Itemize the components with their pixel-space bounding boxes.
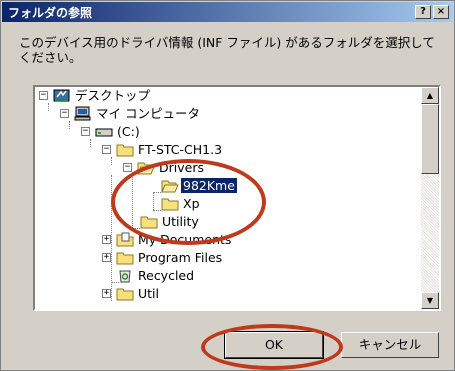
tree-item-utility[interactable]: Utility	[35, 213, 415, 231]
expand-toggle[interactable]: +	[102, 235, 111, 244]
expand-toggle[interactable]: +	[102, 289, 111, 298]
browse-folder-dialog: フォルダの参照 ? × このデバイス用のドライバ情報 (INF ファイル) があ…	[0, 0, 455, 371]
ok-button[interactable]: OK	[224, 331, 324, 359]
tree-item-label: デスクトップ	[75, 88, 151, 103]
tree-item-program-files[interactable]: + Program Files	[35, 249, 415, 267]
hard-drive-icon	[95, 128, 113, 137]
tree-item-desktop[interactable]: − デスクトップ	[35, 87, 415, 105]
instruction-text: このデバイス用のドライバ情報 (INF ファイル) があるフォルダを選択してくだ…	[19, 35, 435, 65]
tree-item-label: Recycled	[138, 268, 195, 283]
tree-item-util[interactable]: + Util	[35, 285, 415, 303]
tree-item-label: Xp	[183, 196, 200, 211]
folder-icon	[161, 198, 179, 211]
scroll-down-button[interactable]: ▼	[421, 292, 439, 309]
folder-icon	[140, 216, 158, 229]
tree-item-recycled[interactable]: Recycled	[35, 267, 415, 285]
tree-item-label: Drivers	[159, 160, 204, 175]
desktop-icon	[53, 89, 70, 102]
scrollbar-thumb[interactable]	[421, 104, 439, 174]
scroll-up-button[interactable]: ▲	[421, 87, 439, 104]
collapse-toggle[interactable]: −	[81, 127, 90, 136]
folder-open-icon	[161, 180, 179, 193]
folder-icon	[116, 252, 134, 265]
window-title: フォルダの参照	[8, 6, 93, 20]
close-button[interactable]: ×	[433, 5, 449, 19]
tree-item-label: FT-STC-CH1.3	[138, 142, 223, 157]
tree-item-drivers[interactable]: − Drivers	[35, 159, 415, 177]
vertical-scrollbar[interactable]: ▲ ▼	[421, 87, 439, 309]
folder-icon	[116, 288, 134, 301]
collapse-toggle[interactable]: −	[39, 91, 48, 100]
tree-item-label: Program Files	[138, 250, 223, 265]
tree-item-982kme[interactable]: 982Kme	[35, 177, 415, 195]
folder-icon	[116, 144, 134, 157]
tree-item-label: マイ コンピュータ	[96, 106, 200, 121]
title-bar[interactable]: フォルダの参照 ? ×	[2, 2, 453, 22]
collapse-toggle[interactable]: −	[102, 145, 111, 154]
tree-item-drive-c[interactable]: − (C:)	[35, 123, 415, 141]
tree-item-xp[interactable]: Xp	[35, 195, 415, 213]
folder-tree[interactable]: − デスクトップ − マイ コンピュータ − (C:) − FT-STC-CH1…	[33, 85, 441, 311]
recycle-bin-icon	[119, 270, 131, 283]
help-button[interactable]: ?	[415, 5, 431, 19]
my-documents-icon	[116, 232, 134, 247]
tree-item-label: 982Kme	[181, 178, 237, 193]
tree-item-ft-stc[interactable]: − FT-STC-CH1.3	[35, 141, 415, 159]
tree-item-label: My Documents	[138, 232, 232, 247]
cancel-button[interactable]: キャンセル	[341, 332, 439, 358]
my-computer-icon	[74, 106, 91, 121]
collapse-toggle[interactable]: −	[123, 163, 132, 172]
folder-open-icon	[137, 162, 155, 175]
expand-toggle[interactable]: +	[102, 253, 111, 262]
tree-item-label: (C:)	[117, 124, 140, 139]
tree-item-my-documents[interactable]: + My Documents	[35, 231, 415, 249]
tree-item-my-computer[interactable]: − マイ コンピュータ	[35, 105, 415, 123]
tree-item-label: Utility	[162, 214, 199, 229]
tree-item-label: Util	[138, 286, 159, 301]
collapse-toggle[interactable]: −	[60, 109, 69, 118]
